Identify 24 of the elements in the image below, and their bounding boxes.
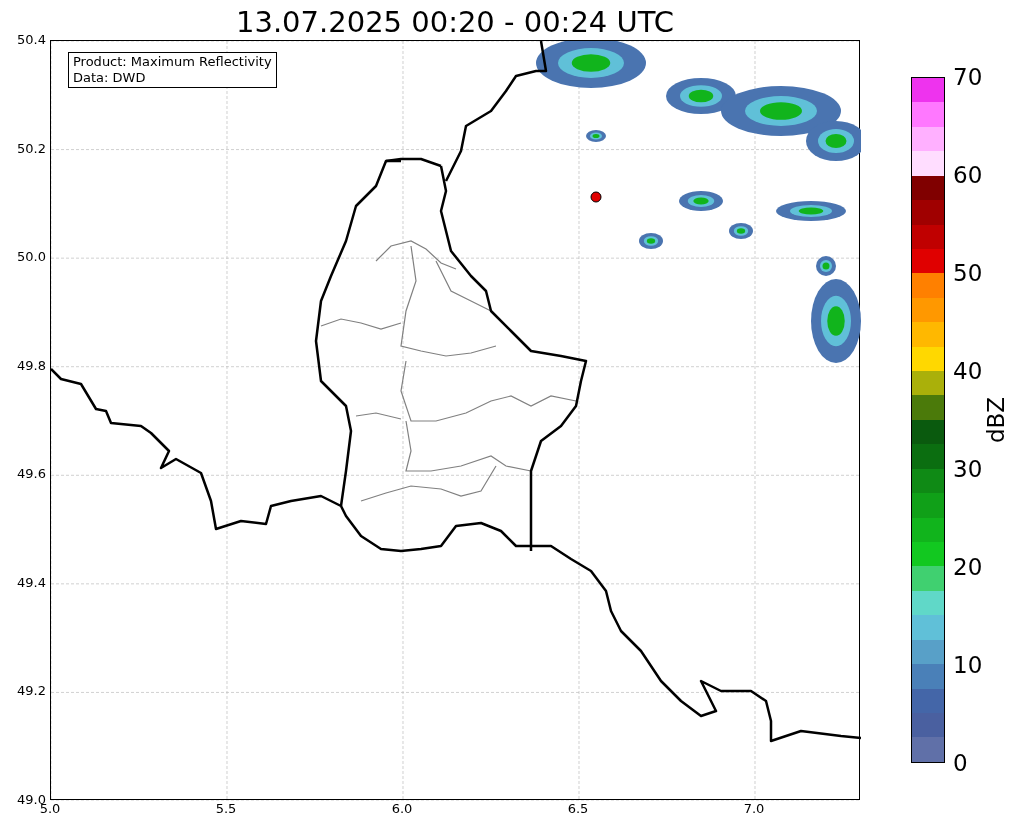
colorbar-tick-label: 20 [953,553,983,581]
colorbar-tick-label: 10 [953,651,983,679]
y-tick-label: 49.8 [17,357,46,374]
location-marker-icon [590,191,602,203]
x-tick-label: 5.5 [214,801,238,817]
colorbar-tick-label: 40 [953,357,983,385]
colorbar-tick-label: 30 [953,455,983,483]
y-tick-label: 50.0 [17,249,46,266]
x-tick-label: 6.0 [390,801,414,817]
colorbar-tick-label: 50 [953,259,983,287]
colorbar-tick-label: 0 [953,749,969,777]
x-tick-label: 7.0 [742,801,766,817]
info-text: Product: Maximum Reflectivity [73,54,272,70]
x-tick-label: 6.5 [566,801,590,817]
y-tick-label: 50.2 [17,140,46,157]
colorbar-label: dBZ [982,396,1011,444]
info-text: Data: DWD [73,70,147,86]
colorbar-tick-label: 70 [953,63,983,91]
y-tick-label: 49.6 [17,466,46,483]
y-tick-label: 49.4 [17,574,46,591]
y-tick-label: 49.2 [17,683,46,700]
y-tick-label: 50.4 [17,32,46,48]
chart-title: 13.07.2025 00:20 - 00:24 UTC [236,4,674,40]
colorbar-tick-label: 60 [953,161,983,189]
